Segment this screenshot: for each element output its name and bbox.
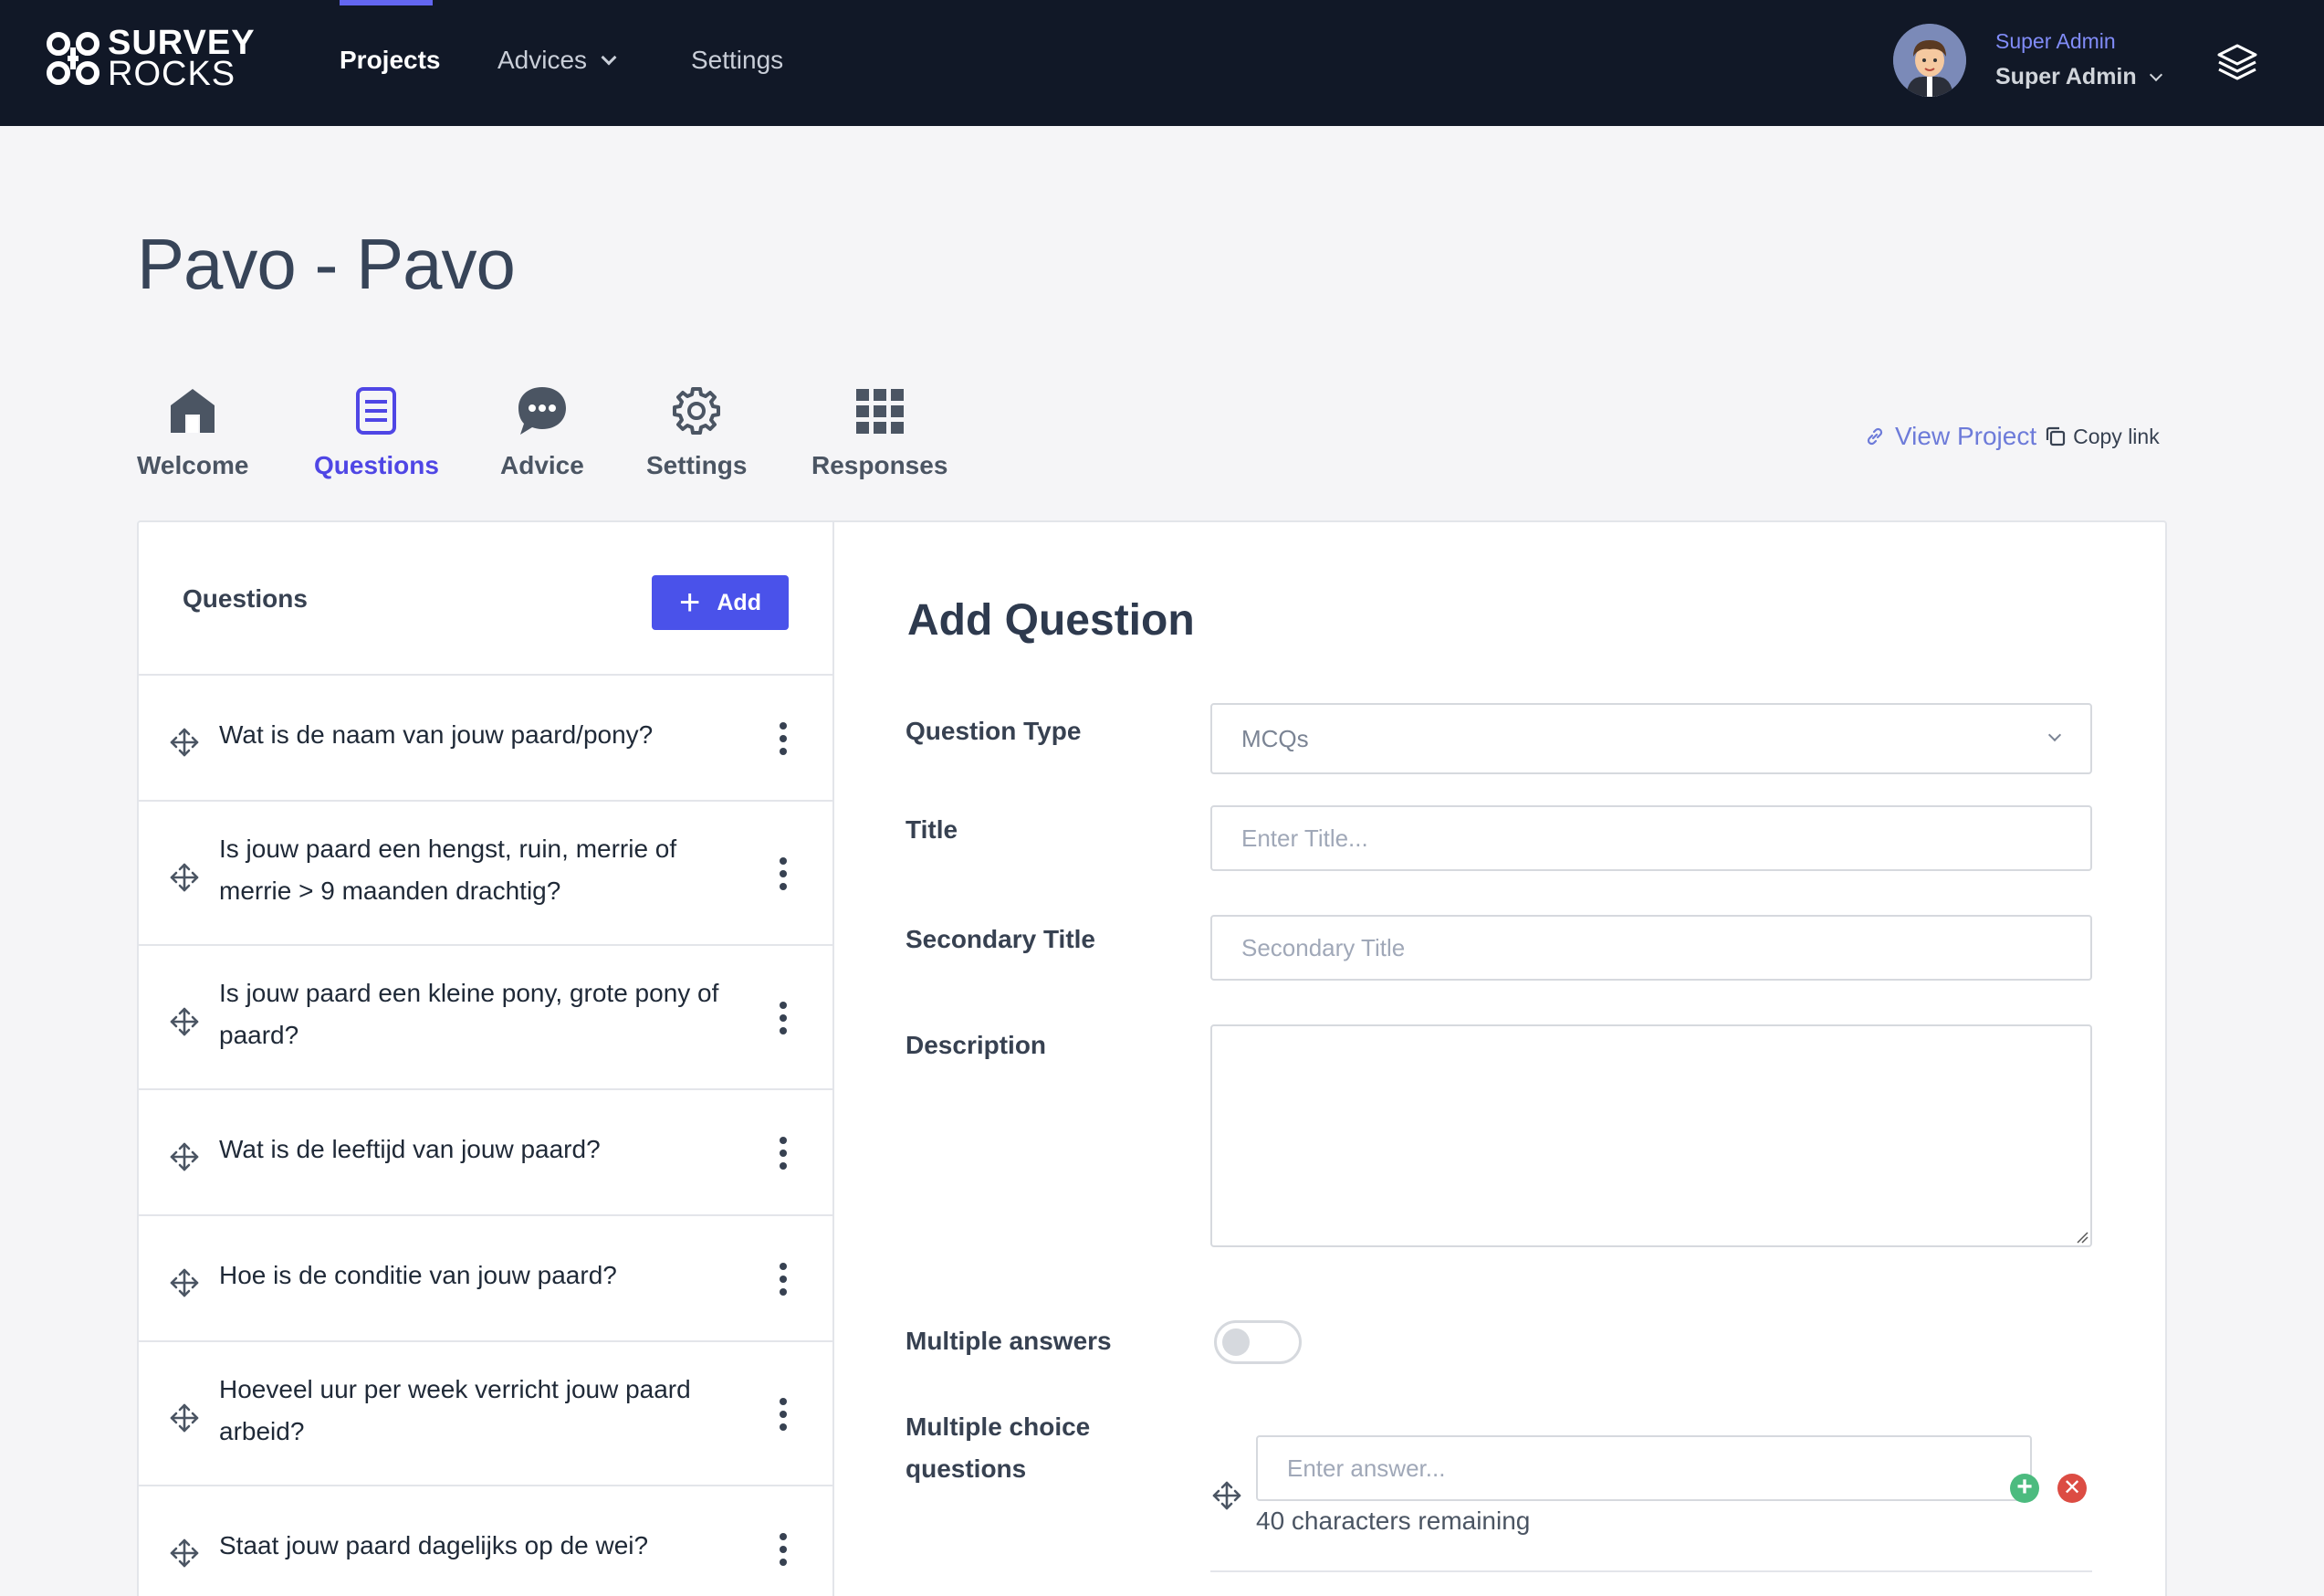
- mcq-label-line2: questions: [906, 1454, 1027, 1483]
- more-options-icon[interactable]: [778, 722, 789, 759]
- move-icon[interactable]: [168, 861, 201, 894]
- more-options-icon[interactable]: [778, 1398, 789, 1434]
- logo-text-line2: ROCKS: [108, 55, 236, 93]
- home-icon: [171, 389, 215, 433]
- secondary-title-label: Secondary Title: [906, 925, 1096, 953]
- remove-answer-icon[interactable]: ✕: [2057, 1474, 2087, 1503]
- more-options-icon[interactable]: [778, 1137, 789, 1173]
- question-text: Is jouw paard een kleine pony, grote pon…: [219, 979, 719, 1049]
- chars-remaining: 40 characters remaining: [1256, 1507, 1531, 1535]
- move-icon[interactable]: [168, 1402, 201, 1434]
- question-text: Wat is de leeftijd van jouw paard?: [219, 1135, 601, 1163]
- tab-settings[interactable]: Settings: [646, 383, 747, 480]
- questions-list-header: Questions + Add: [139, 522, 832, 676]
- tab-questions[interactable]: Questions: [314, 383, 439, 480]
- chevron-down-icon: [2149, 68, 2162, 82]
- plus-icon: +: [679, 583, 701, 623]
- question-type-value: MCQs: [1241, 724, 1309, 752]
- mcq-label-line1: Multiple choice: [906, 1412, 1091, 1441]
- link-icon: [1867, 427, 1883, 446]
- tab-responses-label: Responses: [811, 451, 948, 479]
- chevron-down-icon: [601, 49, 617, 66]
- multiple-answers-label: Multiple answers: [906, 1327, 1112, 1355]
- tab-welcome[interactable]: Welcome: [137, 383, 248, 480]
- tab-welcome-label: Welcome: [137, 451, 249, 479]
- multiple-answers-toggle[interactable]: [1214, 1320, 1302, 1364]
- user-name: Super Admin: [1995, 64, 2137, 89]
- toggle-knob: [1222, 1328, 1250, 1356]
- question-type-select[interactable]: MCQs: [1210, 703, 2092, 774]
- nav-active-indicator: [340, 0, 433, 5]
- add-answer-icon[interactable]: +: [2010, 1474, 2039, 1503]
- question-text: Wat is de naam van jouw paard/pony?: [219, 720, 654, 749]
- more-options-icon[interactable]: [778, 1533, 789, 1570]
- list-item[interactable]: Hoe is de conditie van jouw paard?: [139, 1216, 832, 1342]
- list-item[interactable]: Hoeveel uur per week verricht jouw paard…: [139, 1342, 832, 1486]
- project-links: View Project Copy link: [1864, 422, 2160, 451]
- tab-advice[interactable]: Advice: [500, 383, 584, 480]
- more-options-icon[interactable]: [778, 1263, 789, 1299]
- more-options-icon[interactable]: [778, 1002, 789, 1038]
- add-question-button[interactable]: + Add: [652, 575, 789, 630]
- copy-icon[interactable]: [2044, 425, 2068, 448]
- document-list-icon: [356, 387, 397, 435]
- chevron-down-icon: [2047, 728, 2062, 742]
- form-heading: Add Question: [907, 596, 1195, 645]
- chat-bubble-icon: [518, 387, 566, 435]
- list-item[interactable]: Staat jouw paard dagelijks op de wei?: [139, 1486, 832, 1596]
- mcq-label: Multiple choice questions: [906, 1406, 1090, 1490]
- nav-advices[interactable]: Advices: [497, 46, 617, 75]
- list-item[interactable]: Is jouw paard een hengst, ruin, merrie o…: [139, 802, 832, 946]
- survey-rocks-logo[interactable]: SURVEY ROCKS: [44, 24, 256, 93]
- move-icon[interactable]: [168, 1266, 201, 1299]
- list-item[interactable]: Wat is de leeftijd van jouw paard?: [139, 1090, 832, 1216]
- questions-list-title: Questions: [183, 584, 308, 613]
- answer-divider: [1210, 1570, 2092, 1572]
- tab-settings-label: Settings: [646, 451, 748, 479]
- add-question-label: Add: [717, 589, 761, 615]
- page-title: Pavo - Pavo: [137, 224, 516, 304]
- more-options-icon[interactable]: [778, 857, 789, 894]
- list-item[interactable]: Is jouw paard een kleine pony, grote pon…: [139, 946, 832, 1090]
- user-avatar-icon: [1893, 24, 1966, 97]
- title-label: Title: [906, 815, 958, 844]
- answer-input[interactable]: Enter answer...: [1256, 1435, 2032, 1501]
- question-text: Hoeveel uur per week verricht jouw paard…: [219, 1375, 691, 1445]
- move-icon[interactable]: [168, 1537, 201, 1570]
- gear-icon: [673, 387, 721, 435]
- user-menu[interactable]: Super Admin: [1995, 64, 2162, 90]
- view-project-link[interactable]: View Project: [1895, 422, 2036, 451]
- move-icon[interactable]: [168, 726, 201, 759]
- secondary-title-input[interactable]: Secondary Title: [1210, 915, 2092, 981]
- tab-advice-label: Advice: [500, 451, 584, 479]
- title-input[interactable]: Enter Title...: [1210, 805, 2092, 871]
- question-type-label: Question Type: [906, 717, 1082, 745]
- top-navbar: SURVEY ROCKS Projects Advices Settings S…: [0, 0, 2324, 126]
- question-text: Staat jouw paard dagelijks op de wei?: [219, 1531, 649, 1559]
- tab-responses[interactable]: Responses: [811, 383, 947, 480]
- question-text: Hoe is de conditie van jouw paard?: [219, 1261, 617, 1289]
- questions-list-panel: Questions + Add Wat is de naam van jouw …: [139, 522, 834, 1596]
- grid-icon: [855, 389, 904, 434]
- question-text: Is jouw paard een hengst, ruin, merrie o…: [219, 835, 677, 905]
- nav-projects[interactable]: Projects: [340, 46, 441, 75]
- resize-grip-icon[interactable]: [2074, 1229, 2088, 1244]
- list-item[interactable]: Wat is de naam van jouw paard/pony?: [139, 676, 832, 802]
- description-label: Description: [906, 1031, 1047, 1059]
- questions-list: Wat is de naam van jouw paard/pony? Is jo…: [139, 676, 832, 1596]
- nav-settings[interactable]: Settings: [691, 46, 783, 75]
- nav-advices-label: Advices: [497, 46, 588, 74]
- tab-questions-label: Questions: [314, 451, 439, 479]
- logo-mark-icon: [47, 32, 99, 85]
- description-textarea[interactable]: [1210, 1024, 2092, 1247]
- copy-link-button[interactable]: Copy link: [2073, 425, 2160, 449]
- logo-text-line1: SURVEY: [108, 24, 256, 62]
- move-icon[interactable]: [1210, 1479, 1243, 1512]
- layers-icon[interactable]: [2214, 40, 2260, 86]
- avatar[interactable]: [1893, 24, 1966, 97]
- user-role: Super Admin: [1995, 29, 2116, 53]
- move-icon[interactable]: [168, 1140, 201, 1173]
- move-icon[interactable]: [168, 1005, 201, 1038]
